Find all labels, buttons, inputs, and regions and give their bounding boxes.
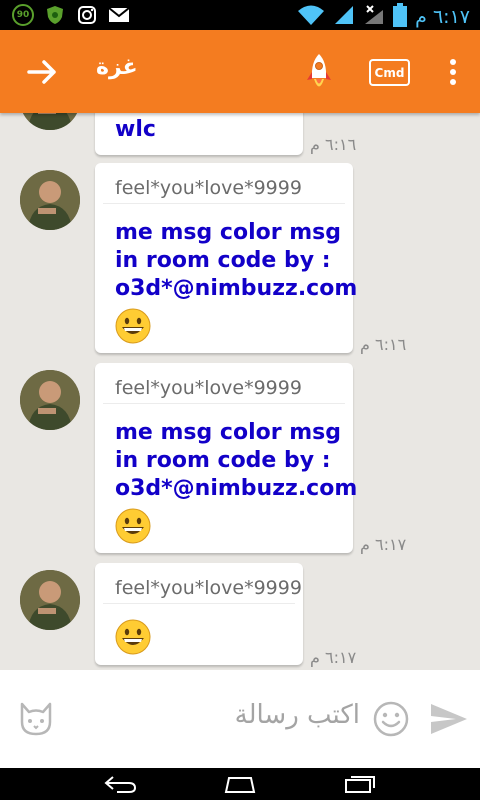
- message-time: ٦:١٧ م: [310, 648, 357, 667]
- message-text: in room code by :: [115, 248, 331, 273]
- cmd-button[interactable]: Cmd: [369, 59, 410, 86]
- smiley-icon[interactable]: [372, 700, 410, 738]
- sender-avatar[interactable]: [20, 113, 80, 130]
- app-toolbar: غزة Cmd: [0, 30, 480, 113]
- sender-name: feel*you*love*9999: [115, 177, 302, 199]
- status-bar: 90 ٦:١٧ م: [0, 0, 480, 30]
- sender-avatar[interactable]: [20, 170, 80, 230]
- send-icon[interactable]: [428, 700, 470, 738]
- divider: [103, 203, 345, 204]
- divider: [103, 403, 345, 404]
- home-nav-icon[interactable]: [220, 771, 260, 797]
- message-time: ٦:١٦ م: [310, 135, 357, 154]
- back-nav-icon[interactable]: [100, 771, 140, 797]
- message-text: in room code by :: [115, 448, 331, 473]
- message-bubble[interactable]: feel*you*love*9999: [95, 563, 303, 665]
- sender-name: feel*you*love*9999: [115, 577, 302, 599]
- compose-bar: اكتب رسالة: [0, 670, 480, 768]
- system-nav-bar: [0, 768, 480, 800]
- sender-avatar[interactable]: [20, 570, 80, 630]
- chat-message-list[interactable]: wlc ٦:١٦ م feel*you*love*9999 me msg col…: [0, 113, 480, 670]
- shield-app-icon: [44, 4, 66, 26]
- grinning-emoji-icon: [115, 308, 151, 344]
- mail-icon: [108, 4, 130, 26]
- sender-name: feel*you*love*9999: [115, 377, 302, 399]
- message-bubble[interactable]: wlc: [95, 113, 303, 155]
- message-text: o3d*@nimbuzz.com: [115, 276, 358, 301]
- recents-nav-icon[interactable]: [340, 771, 380, 797]
- chat-room-title: غزة: [96, 55, 138, 80]
- badge-value: 90: [16, 10, 30, 20]
- message-text: wlc: [115, 117, 156, 142]
- message-input[interactable]: اكتب رسالة: [180, 700, 360, 736]
- signal-icon: [333, 4, 355, 30]
- more-vert-icon[interactable]: [444, 56, 462, 88]
- message-bubble[interactable]: feel*you*love*9999 me msg color msg in r…: [95, 363, 357, 553]
- grinning-emoji-icon: [115, 508, 151, 544]
- status-time: ٦:١٧ م: [415, 6, 470, 28]
- message-bubble[interactable]: feel*you*love*9999 me msg color msg in r…: [95, 163, 357, 353]
- badge-90-icon: 90: [12, 4, 34, 26]
- grinning-emoji-icon: [115, 619, 151, 655]
- cat-sticker-icon[interactable]: [16, 700, 56, 738]
- sender-avatar[interactable]: [20, 370, 80, 430]
- message-time: ٦:١٧ م: [360, 535, 407, 554]
- message-text: me msg color msg: [115, 220, 342, 245]
- message-time: ٦:١٦ م: [360, 335, 407, 354]
- instagram-icon: [76, 4, 98, 26]
- divider: [103, 603, 295, 604]
- signal-x-icon: [363, 4, 385, 30]
- battery-icon: [393, 3, 408, 31]
- rocket-icon[interactable]: [302, 52, 336, 94]
- message-text: o3d*@nimbuzz.com: [115, 476, 358, 501]
- arrow-right-icon[interactable]: [22, 54, 62, 90]
- wifi-icon: [297, 4, 325, 30]
- message-text: me msg color msg: [115, 420, 342, 445]
